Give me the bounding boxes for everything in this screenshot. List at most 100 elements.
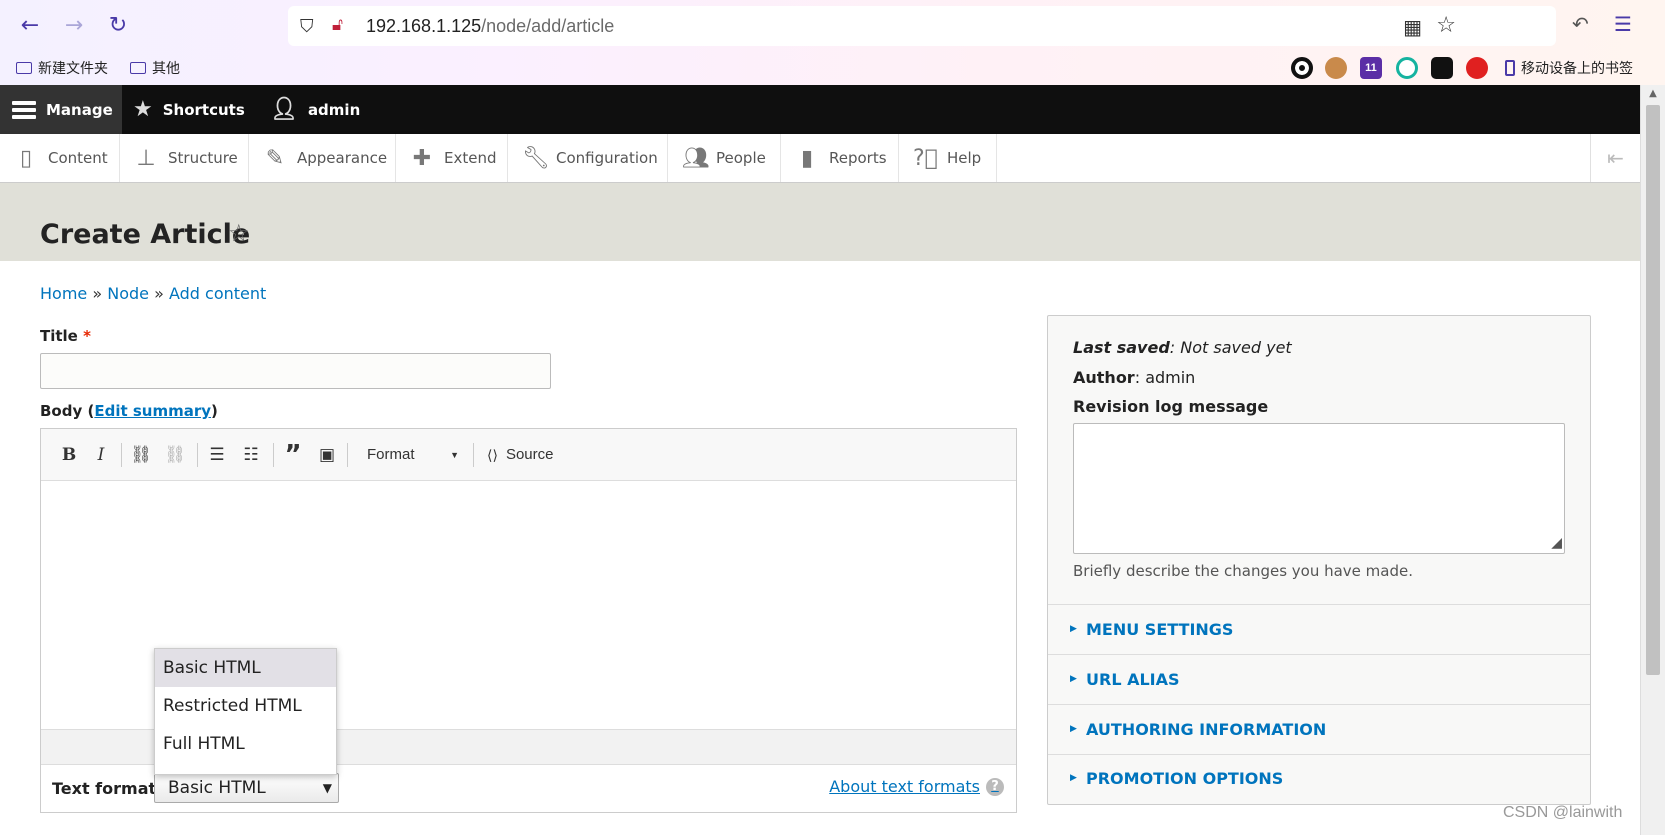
promotion-options-section[interactable]: ▶ PROMOTION OPTIONS	[1048, 754, 1590, 804]
body-label: Body (Edit summary)	[40, 402, 218, 420]
extension-cookie-icon[interactable]	[1325, 57, 1347, 79]
breadcrumb-node[interactable]: Node	[107, 284, 149, 303]
breadcrumb-home[interactable]: Home	[40, 284, 87, 303]
expand-triangle-icon: ▶	[1070, 674, 1077, 684]
revision-log-textarea[interactable]: ◢	[1073, 423, 1565, 554]
collapse-tray-icon[interactable]: ⇤	[1590, 134, 1640, 182]
back-icon[interactable]: ←	[14, 10, 46, 42]
people-icon: 👥︎	[682, 145, 710, 171]
required-marker: *	[83, 327, 91, 345]
tray-item-configuration[interactable]: 🔧︎ Configuration	[508, 134, 668, 182]
title-input[interactable]	[40, 353, 551, 389]
page-title: Create Article	[40, 219, 251, 250]
entity-meta-sidebar: Last saved: Not saved yet Author: admin …	[1047, 315, 1591, 805]
insecure-lock-icon[interactable]: 🔓︎	[332, 15, 343, 35]
editor-toolbar: B I ⛓ ⛓ ☰ ☷ ” ▣ Format ▼ ⟨⟩ Source	[41, 429, 1016, 481]
scroll-thumb[interactable]	[1646, 105, 1660, 675]
link-icon[interactable]: ⛓	[129, 443, 153, 467]
hamburger-icon	[12, 100, 36, 119]
text-format-select[interactable]: Basic HTML ▼	[154, 773, 339, 803]
image-icon[interactable]: ▣	[315, 443, 339, 467]
bookmarks-bar: 新建文件夹 其他 11 移动设备上的书签	[0, 56, 1665, 82]
url-text[interactable]: 192.168.1.125/node/add/article	[366, 16, 614, 37]
sitemap-icon: ⊥	[136, 145, 156, 171]
tray-item-appearance[interactable]: ✎ Appearance	[249, 134, 396, 182]
author-line: Author: admin	[1073, 368, 1196, 387]
tray-item-reports[interactable]: ▮ Reports	[781, 134, 899, 182]
blockquote-icon[interactable]: ”	[281, 442, 305, 468]
about-text-formats-link[interactable]: About text formats ?	[829, 777, 1004, 796]
italic-button[interactable]: I	[91, 443, 111, 467]
paintbrush-icon: ✎	[265, 145, 285, 171]
numbered-list-icon[interactable]: ☷	[239, 443, 263, 467]
format-dropdown[interactable]: Format ▼	[357, 443, 461, 467]
option-restricted-html[interactable]: Restricted HTML	[155, 687, 336, 725]
admin-toolbar: Manage ★ Shortcuts 👤︎ admin	[0, 85, 1640, 134]
qr-code-icon[interactable]: ▦	[1403, 15, 1422, 39]
resize-grip-icon[interactable]: ◢	[1551, 535, 1562, 551]
bookmark-folder[interactable]: 其他	[130, 58, 180, 78]
help-icon: ?	[986, 777, 1004, 796]
expand-triangle-icon: ▶	[1070, 724, 1077, 734]
extension-badge-icon[interactable]: 11	[1360, 57, 1382, 79]
bookmark-star-icon[interactable]: ☆	[1436, 13, 1456, 38]
browser-chrome: ← → ↻ ⛉ 🔓︎ 192.168.1.125/node/add/articl…	[0, 0, 1665, 85]
revision-log-label: Revision log message	[1073, 397, 1269, 416]
edit-summary-link[interactable]: Edit summary	[94, 402, 211, 420]
caret-down-icon: ▼	[450, 450, 459, 460]
manage-tab[interactable]: Manage	[0, 85, 122, 134]
bold-button[interactable]: B	[59, 443, 79, 467]
tray-item-structure[interactable]: ⊥ Structure	[120, 134, 249, 182]
reload-icon[interactable]: ↻	[102, 10, 134, 42]
title-label: Title *	[40, 327, 91, 345]
text-format-options: Basic HTML Restricted HTML Full HTML	[154, 648, 337, 775]
forward-icon[interactable]: →	[58, 10, 90, 42]
extension-adblock-icon[interactable]	[1466, 57, 1488, 79]
page-header: Create Article ☆	[0, 183, 1640, 261]
shortcut-star-icon[interactable]: ☆	[228, 219, 250, 247]
tray-item-extend[interactable]: ✚ Extend	[396, 134, 508, 182]
breadcrumb: Home » Node » Add content	[40, 284, 267, 303]
bar-chart-icon: ▮	[800, 145, 814, 171]
revision-log-description: Briefly describe the changes you have ma…	[1073, 562, 1414, 580]
address-bar[interactable]: ⛉ 🔓︎ 192.168.1.125/node/add/article ▦ ☆	[288, 6, 1556, 46]
tray-item-people[interactable]: 👥︎ People	[668, 134, 781, 182]
scrollbar[interactable]: ▲	[1640, 85, 1665, 835]
unlink-icon[interactable]: ⛓	[163, 443, 187, 467]
help-icon: ?⃝	[913, 145, 938, 171]
url-alias-section[interactable]: ▶ URL ALIAS	[1048, 655, 1590, 705]
shield-icon[interactable]: ⛉	[300, 16, 314, 37]
undo-icon[interactable]: ↶	[1572, 12, 1589, 36]
user-tab[interactable]: 👤︎ admin	[270, 85, 360, 134]
mobile-bookmarks[interactable]: 移动设备上的书签	[1505, 58, 1633, 78]
bookmark-folder[interactable]: 新建文件夹	[16, 58, 108, 78]
menu-settings-section[interactable]: ▶ MENU SETTINGS	[1048, 605, 1590, 655]
user-icon: 👤︎	[270, 97, 298, 122]
folder-icon	[16, 62, 32, 74]
expand-triangle-icon: ▶	[1070, 773, 1077, 783]
mobile-icon	[1505, 60, 1515, 76]
file-icon: ▯	[19, 145, 33, 171]
watermark: CSDN @lainwith	[1503, 804, 1623, 821]
extension-circle-icon[interactable]	[1291, 57, 1313, 79]
tray-item-help[interactable]: ?⃝ Help	[899, 134, 997, 182]
star-icon: ★	[133, 97, 153, 122]
text-format-label: Text format	[52, 779, 157, 798]
extension-grammarly-icon[interactable]	[1396, 57, 1418, 79]
meta-summary: Last saved: Not saved yet Author: admin …	[1048, 316, 1590, 605]
option-full-html[interactable]: Full HTML	[155, 725, 336, 763]
bullet-list-icon[interactable]: ☰	[205, 443, 229, 467]
tray-item-content[interactable]: ▯ Content	[0, 134, 120, 182]
extension-tampermonkey-icon[interactable]	[1431, 57, 1453, 79]
caret-down-icon: ▼	[322, 781, 332, 795]
source-button[interactable]: ⟨⟩ Source	[487, 443, 553, 467]
option-basic-html[interactable]: Basic HTML	[155, 649, 336, 687]
authoring-information-section[interactable]: ▶ AUTHORING INFORMATION	[1048, 705, 1590, 755]
breadcrumb-add-content[interactable]: Add content	[169, 284, 266, 303]
source-icon: ⟨⟩	[487, 447, 498, 463]
folder-icon	[130, 62, 146, 74]
shortcuts-tab[interactable]: ★ Shortcuts	[133, 85, 245, 134]
menu-icon[interactable]: ☰	[1614, 12, 1632, 36]
scroll-up-icon[interactable]: ▲	[1641, 85, 1665, 103]
last-saved: Last saved: Not saved yet	[1073, 338, 1292, 357]
